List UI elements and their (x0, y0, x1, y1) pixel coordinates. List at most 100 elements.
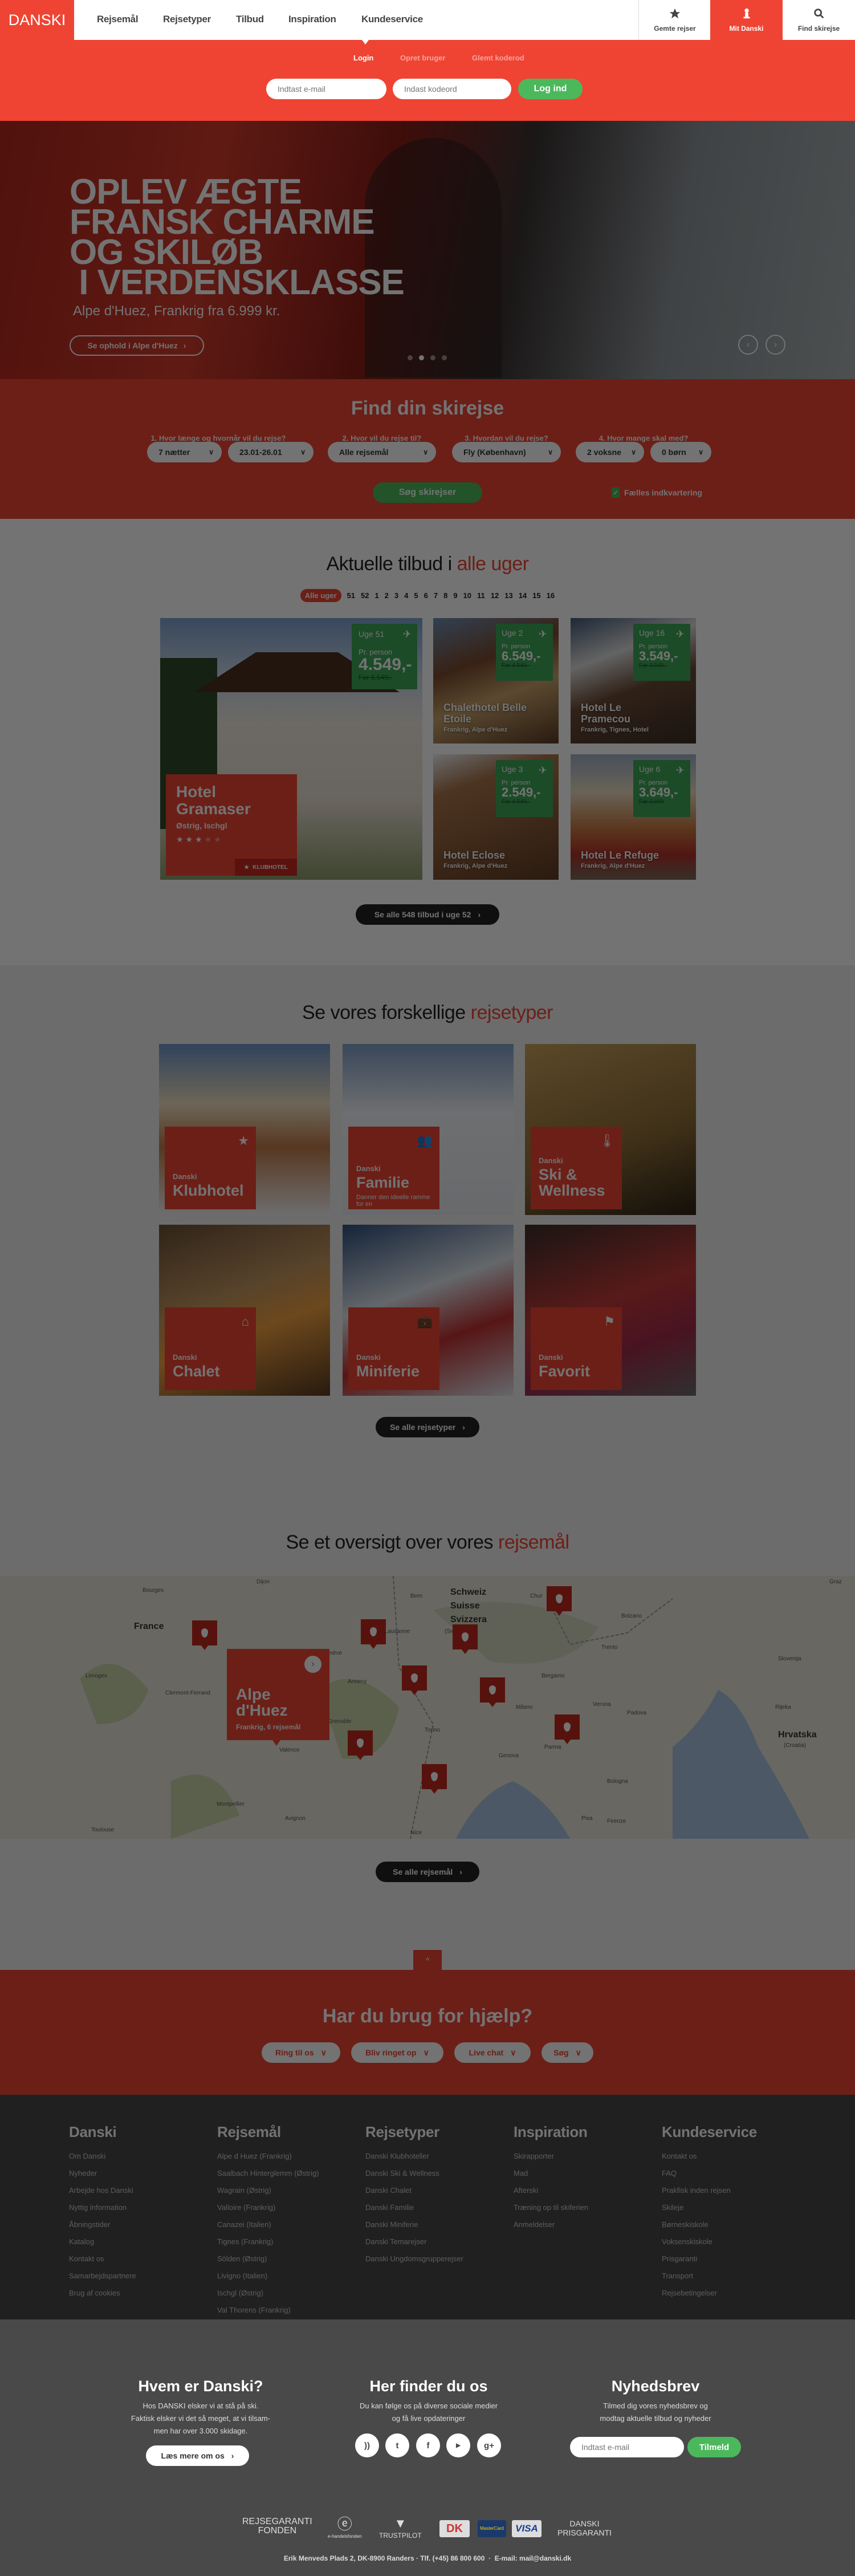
footer-link[interactable]: Livigno (Italien) (217, 2268, 319, 2285)
offer-card[interactable]: Uge 3 ✈ Pr. person 2.549,- Før 4.549,- Hotel … (433, 754, 559, 880)
prev-slide-button[interactable]: ‹ (738, 335, 758, 355)
nav-tilbud[interactable]: Tilbud (236, 14, 264, 25)
shared-accommodation-checkbox[interactable]: ✓ Fælles indkvartering (612, 487, 702, 498)
week-filter-item[interactable]: 13 (504, 591, 512, 600)
offer-card[interactable]: Uge 16 ✈ Pr. person 3.549,- Før 3.549,- Hotel… (571, 618, 696, 743)
map-pin[interactable] (547, 1586, 572, 1616)
footer-link[interactable]: Tignes (Frankrig) (217, 2233, 319, 2250)
travel-type-card[interactable]: 👥 Danski Familie Danner den ideelle ramme f… (343, 1044, 514, 1215)
footer-link[interactable]: Børneskiskole (662, 2216, 757, 2233)
footer-link[interactable]: Saalbach Hinterglemm (Østrig) (217, 2165, 319, 2182)
nav-kundeservice[interactable]: Kundeservice (361, 14, 423, 25)
week-filter-item[interactable]: 16 (547, 591, 555, 600)
travel-type-card[interactable]: 💼 Danski Miniferie (343, 1225, 514, 1396)
map-pin[interactable] (361, 1619, 386, 1649)
read-more-button[interactable]: Læs mere om os › (146, 2445, 249, 2466)
footer-link[interactable]: Valloire (Frankrig) (217, 2199, 319, 2216)
footer-link[interactable]: Rejsebetingelser (662, 2285, 757, 2302)
slide-dot[interactable] (430, 355, 435, 360)
slide-dot[interactable] (442, 355, 447, 360)
offer-card-featured[interactable]: Uge 51 ✈ Pr. person 4.549,- Før 6.549,- … (160, 618, 422, 880)
footer-link[interactable]: Prakfisk inden rejsen (662, 2182, 757, 2199)
week-filter-item[interactable]: 52 (361, 591, 369, 600)
footer-link[interactable]: Nyttig information (69, 2199, 136, 2216)
footer-link[interactable]: FAQ (662, 2165, 757, 2182)
map-pin[interactable] (402, 1665, 427, 1695)
nights-select[interactable]: 7 nætter ∨ (147, 442, 222, 462)
week-filter-item[interactable]: 5 (414, 591, 418, 600)
footer-link[interactable]: Træning op til skiferien (514, 2199, 588, 2216)
map-pin[interactable] (348, 1730, 373, 1760)
nav-rejsemal[interactable]: Rejsemål (97, 14, 139, 25)
facebook-icon[interactable]: f (416, 2433, 440, 2457)
danski-logo[interactable]: DANSKI (0, 0, 74, 40)
footer-link[interactable]: Brug af cookies (69, 2285, 136, 2302)
search-submit-button[interactable]: Søg skirejser (373, 482, 482, 503)
live-chat-button[interactable]: Live chat ∨ (454, 2042, 531, 2063)
scroll-to-top-button[interactable]: ^ (413, 1950, 442, 1970)
newsletter-email-input[interactable] (570, 2437, 684, 2457)
tab-create-user[interactable]: Opret bruger (400, 54, 445, 62)
week-filter-item[interactable]: 14 (519, 591, 527, 600)
footer-link[interactable]: Canazei (Italien) (217, 2216, 319, 2233)
footer-link[interactable]: Wagrain (Østrig) (217, 2182, 319, 2199)
map-pin[interactable] (192, 1620, 217, 1650)
children-select[interactable]: 0 børn ∨ (650, 442, 711, 462)
rss-icon[interactable]: )) (355, 2433, 379, 2457)
dates-select[interactable]: 23.01-26.01 ∨ (228, 442, 314, 462)
footer-link[interactable]: Om Danski (69, 2148, 136, 2165)
week-filter-item[interactable]: 6 (424, 591, 428, 600)
map-pin[interactable] (453, 1624, 478, 1654)
travel-type-card[interactable]: 🌡 Danski Ski & Wellness (525, 1044, 696, 1215)
footer-link[interactable]: Danski Temarejser (365, 2233, 463, 2250)
see-all-types-button[interactable]: Se alle rejsetyper › (376, 1417, 479, 1437)
saved-trips-button[interactable]: Gemte rejser (638, 0, 711, 40)
week-filter-item[interactable]: 4 (404, 591, 408, 600)
footer-link[interactable]: Nyheder (69, 2165, 136, 2182)
nav-rejsetyper[interactable]: Rejsetyper (163, 14, 211, 25)
youtube-icon[interactable]: ▶ (446, 2433, 470, 2457)
footer-link[interactable]: Arbejde hos Danski (69, 2182, 136, 2199)
nav-inspiration[interactable]: Inspiration (288, 14, 336, 25)
password-input[interactable] (393, 79, 511, 99)
destination-select[interactable]: Alle rejsemål ∨ (328, 442, 436, 462)
tab-forgot-password[interactable]: Glemt koderod (472, 54, 524, 62)
footer-link[interactable]: Anmeldelser (514, 2216, 588, 2233)
map-pin[interactable] (422, 1764, 447, 1794)
footer-link[interactable]: Transport (662, 2268, 757, 2285)
call-us-button[interactable]: Ring til os ∨ (262, 2042, 340, 2063)
week-filter-item[interactable]: 15 (532, 591, 540, 600)
newsletter-submit-button[interactable]: Tilmeld (687, 2437, 741, 2457)
week-filter-item[interactable]: 51 (347, 591, 355, 600)
map-pin[interactable] (555, 1714, 580, 1744)
tab-login[interactable]: Login (353, 54, 373, 62)
week-filter-item[interactable]: 12 (491, 591, 499, 600)
transport-select[interactable]: Fly (København) ∨ (452, 442, 561, 462)
destinations-map[interactable]: FranceSchweizSuisseSvizzera(Switzerland)… (0, 1576, 855, 1839)
week-filter-item[interactable]: 7 (434, 591, 438, 600)
next-slide-button[interactable]: › (766, 335, 785, 355)
footer-link[interactable]: Danski Chalet (365, 2182, 463, 2199)
footer-link[interactable]: Ischgl (Østrig) (217, 2285, 319, 2302)
footer-link[interactable]: Danski Ungdomsgrupperejser (365, 2250, 463, 2268)
footer-link[interactable]: Voksenskiskole (662, 2233, 757, 2250)
week-filter-item[interactable]: 10 (463, 591, 471, 600)
my-danski-button[interactable]: Mit Danski (710, 0, 783, 40)
week-filter-item[interactable]: 3 (394, 591, 398, 600)
footer-link[interactable]: Val Thorens (Frankrig) (217, 2302, 319, 2319)
week-filter-item[interactable]: 1 (374, 591, 378, 600)
callback-button[interactable]: Bliv ringet op ∨ (351, 2042, 443, 2063)
week-filter-all[interactable]: Alle uger (300, 589, 341, 602)
twitter-icon[interactable]: t (385, 2433, 409, 2457)
footer-link[interactable]: Kontakt os (69, 2250, 136, 2268)
see-all-offers-button[interactable]: Se alle 548 tilbud i uge 52 › (356, 904, 499, 925)
footer-link[interactable]: Åbningstider (69, 2216, 136, 2233)
map-pin[interactable] (480, 1677, 505, 1707)
offer-card[interactable]: Uge 2 ✈ Pr. person 6.549,- Før 4.549,- Chalet… (433, 618, 559, 743)
offer-card[interactable]: Uge 6 ✈ Pr. person 3.649,- Før 3.899 Hotel Le… (571, 754, 696, 880)
slide-dot[interactable] (408, 355, 413, 360)
find-trip-button[interactable]: Find skirejse (783, 0, 855, 40)
week-filter-item[interactable]: 11 (477, 591, 485, 600)
footer-link[interactable]: Danski Klubhoteller (365, 2148, 463, 2165)
footer-link[interactable]: Prisgaranti (662, 2250, 757, 2268)
